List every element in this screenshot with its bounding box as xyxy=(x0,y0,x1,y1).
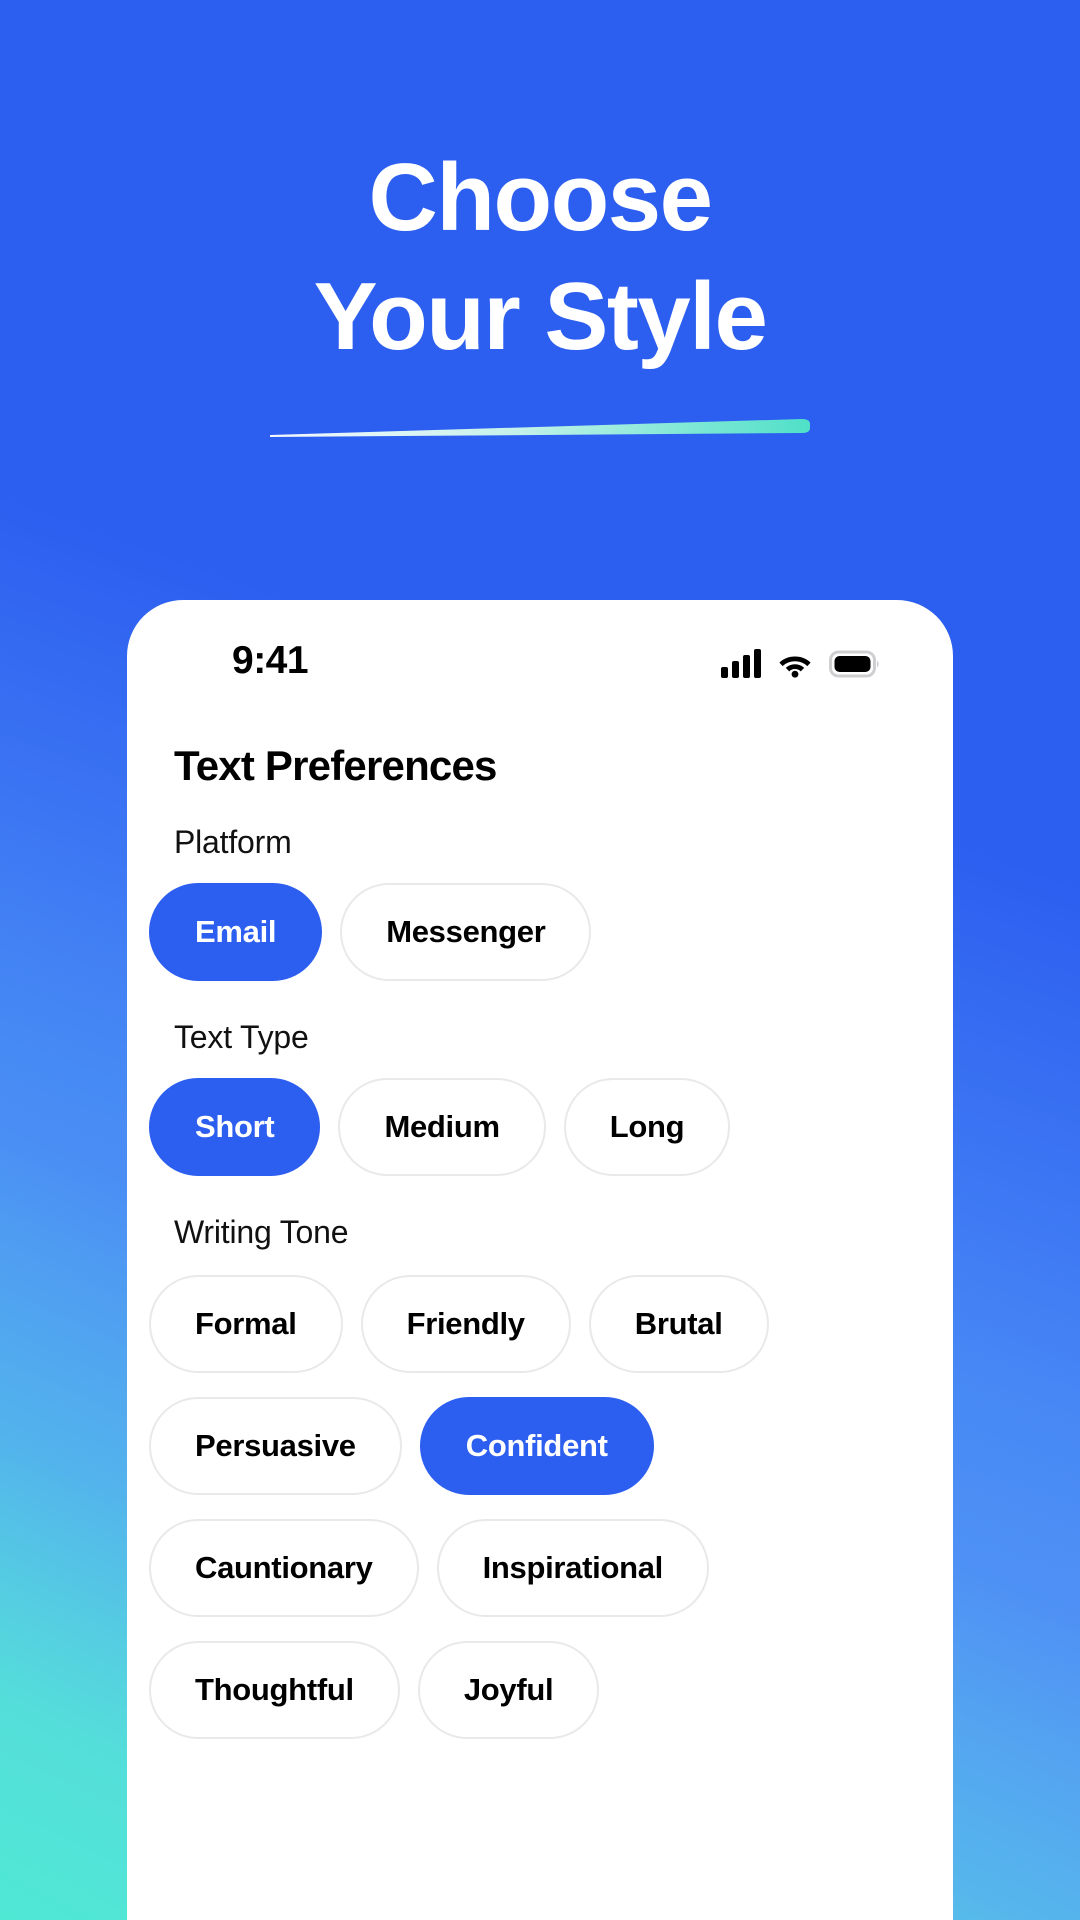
chip-text-type-long[interactable]: Long xyxy=(563,1078,731,1176)
group-label-text-type: Text Type xyxy=(174,1019,309,1055)
chip-platform-messenger[interactable]: Messenger xyxy=(340,883,592,981)
chip-row-text-type: Short Medium Long xyxy=(149,1078,953,1176)
wifi-icon xyxy=(779,656,811,678)
group-platform: Platform Email Messenger xyxy=(127,824,953,981)
hero-underline-accent xyxy=(270,419,810,437)
chip-tone-confident[interactable]: Confident xyxy=(419,1397,654,1495)
chip-tone-thoughtful[interactable]: Thoughtful xyxy=(149,1641,400,1739)
chip-tone-joyful[interactable]: Joyful xyxy=(417,1641,600,1739)
cellular-signal-icon xyxy=(721,649,761,678)
group-label-writing-tone: Writing Tone xyxy=(174,1214,349,1250)
chip-row-platform: Email Messenger xyxy=(149,883,953,981)
chip-row-writing-tone: Formal Friendly Brutal Persuasive Confid… xyxy=(149,1275,953,1739)
page-title: Text Preferences xyxy=(174,742,497,789)
chip-text-type-medium[interactable]: Medium xyxy=(338,1078,546,1176)
chip-tone-brutal[interactable]: Brutal xyxy=(588,1275,769,1373)
chip-platform-email[interactable]: Email xyxy=(149,883,323,981)
chip-tone-friendly[interactable]: Friendly xyxy=(360,1275,571,1373)
status-bar: 9:41 xyxy=(127,600,953,718)
screen-content: Text Preferences Platform Email Messenge… xyxy=(127,742,953,1739)
chip-tone-persuasive[interactable]: Persuasive xyxy=(149,1397,402,1495)
hero-section: Choose Your Style xyxy=(0,0,1080,600)
group-writing-tone: Writing Tone Formal Friendly Brutal Pers… xyxy=(127,1214,953,1739)
status-bar-icons xyxy=(721,644,881,678)
battery-full-icon xyxy=(829,650,879,678)
hero-title-line-1: Choose xyxy=(368,144,713,251)
group-label-platform: Platform xyxy=(174,824,292,860)
chip-tone-cauntionary[interactable]: Cauntionary xyxy=(149,1519,419,1617)
status-bar-time: 9:41 xyxy=(232,639,309,682)
hero-title-line-2: Your Style xyxy=(313,263,768,371)
chip-tone-formal[interactable]: Formal xyxy=(149,1275,343,1373)
chip-text-type-short[interactable]: Short xyxy=(149,1078,321,1176)
hero-title: Choose Your Style xyxy=(0,138,1080,376)
phone-mockup-card: 9:41 Text Preferences Platform Email Mes… xyxy=(127,600,953,1920)
group-text-type: Text Type Short Medium Long xyxy=(127,1019,953,1176)
chip-tone-inspirational[interactable]: Inspirational xyxy=(436,1519,709,1617)
